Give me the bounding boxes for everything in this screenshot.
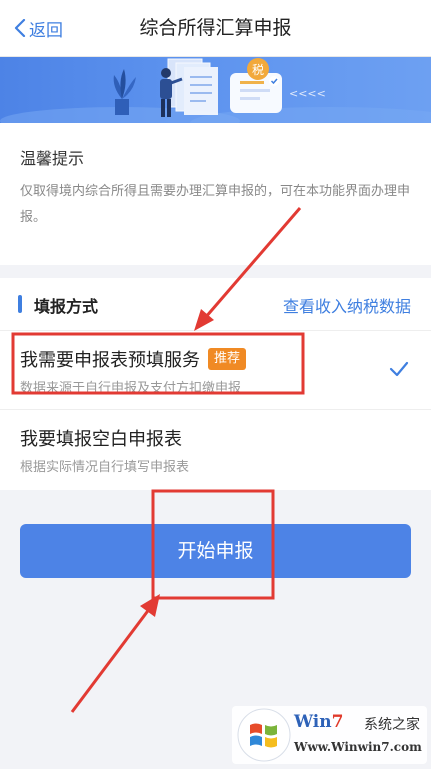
banner-illustration: 税 <<<< (0, 57, 431, 123)
option-title-text: 我需要申报表预填服务 (20, 350, 200, 371)
banner-arrows: <<<< (289, 87, 326, 100)
checkmark-icon (389, 361, 409, 377)
option-subtitle: 数据来源于自行申报及支付方扣缴申报 (20, 381, 242, 396)
watermark-url: Www.Winwin7.com (294, 740, 422, 754)
tips-body: 仅取得境内综合所得且需要办理汇算申报的，可在本功能界面办理申报。 (20, 184, 411, 225)
windows-logo-icon (237, 708, 291, 762)
option-title: 我要填报空白申报表 (20, 425, 182, 451)
section-title: 填报方式 (34, 297, 99, 316)
option-title-text: 我要填报空白申报表 (20, 429, 182, 450)
tips-panel: 温馨提示 仅取得境内综合所得且需要办理汇算申报的，可在本功能界面办理申报。 (0, 123, 431, 265)
option-blank-form[interactable]: 我要填报空白申报表 根据实际情况自行填写申报表 (0, 409, 431, 488)
tax-badge-text: 税 (252, 63, 264, 77)
start-filing-button[interactable]: 开始申报 (20, 524, 411, 578)
watermark-prefix: Win (294, 712, 332, 732)
tips-title: 温馨提示 (20, 149, 85, 168)
watermark-seven: 7 (331, 712, 344, 732)
view-income-tax-data-link[interactable]: 查看收入纳税数据 (283, 293, 411, 317)
site-watermark: Win7 系统之家 Www.Winwin7.com (232, 706, 427, 764)
section-bar (18, 295, 22, 313)
watermark-site: Win7 (294, 712, 343, 732)
banner-graphic: 税 <<<< (0, 58, 431, 123)
recommended-badge: 推荐 (208, 348, 247, 370)
option-prefill-service[interactable]: 我需要申报表预填服务 推荐 数据来源于自行申报及支付方扣缴申报 (0, 330, 431, 409)
document-icon (167, 58, 218, 115)
section-header: 填报方式 查看收入纳税数据 (0, 278, 431, 330)
option-title: 我需要申报表预填服务 推荐 (20, 346, 247, 372)
watermark-suffix: 系统之家 (364, 717, 420, 733)
filing-method-panel: 填报方式 查看收入纳税数据 我需要申报表预填服务 推荐 数据来源于自行申报及支付… (0, 278, 431, 490)
annotation-arrow-up (70, 594, 160, 713)
page-title: 综合所得汇算申报 (139, 17, 292, 39)
option-subtitle: 根据实际情况自行填写申报表 (20, 460, 190, 475)
nav-bar: 返回 综合所得汇算申报 (0, 0, 431, 57)
